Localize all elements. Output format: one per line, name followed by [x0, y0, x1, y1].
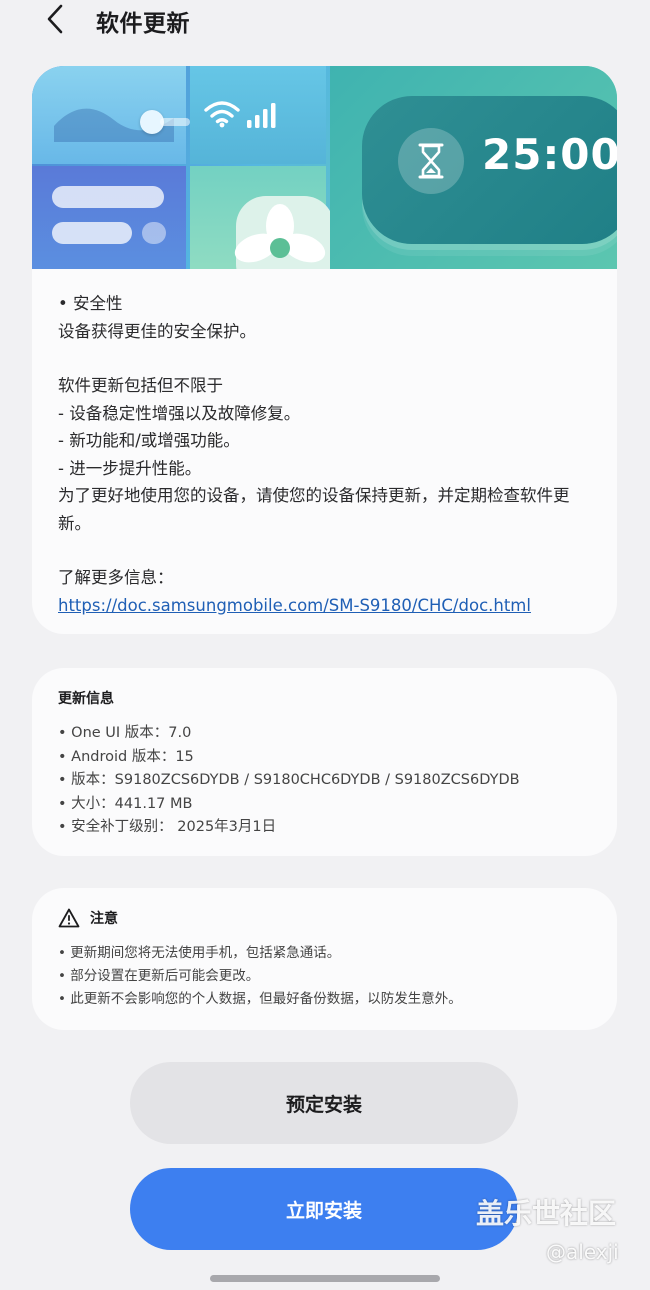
banner-tile-wave	[32, 66, 190, 164]
wifi-icon	[204, 101, 240, 128]
release-notes-text: • 安全性 设备获得更佳的安全保护。 软件更新包括但不限于 - 设备稳定性增强以…	[58, 290, 598, 619]
includes-title: 软件更新包括但不限于	[58, 376, 223, 395]
banner-tile-fan	[190, 166, 334, 269]
timer-widget: 25:00	[362, 96, 617, 244]
release-item: - 设备稳定性增强以及故障修复。	[58, 403, 301, 423]
notice-list: • 更新期间您将无法使用手机，包括紧急通话。 • 部分设置在更新后可能会更改。 …	[58, 942, 462, 1011]
notice-item: • 部分设置在更新后可能会更改。	[58, 968, 260, 984]
info-item-build-version: • 版本：S9180ZCS6DYDB / S9180CHC6DYDB / S91…	[58, 772, 520, 788]
update-banner-illustration: 100 25:00	[32, 66, 617, 269]
more-info-label: 了解更多信息：	[58, 568, 174, 587]
signal-icon	[247, 103, 276, 128]
release-item: - 进一步提升性能。	[58, 458, 202, 478]
info-item-oneui-version: • One UI 版本：7.0	[58, 725, 192, 741]
notice-title: 注意	[90, 911, 118, 927]
info-item-android-version: • Android 版本：15	[58, 748, 194, 765]
release-notes-card: 100 25:00	[32, 66, 617, 634]
banner-tile-status: 100	[190, 66, 486, 164]
timer-value: 25:00	[482, 130, 617, 179]
notice-header: 注意	[58, 908, 118, 928]
security-title: • 安全性	[58, 294, 123, 313]
release-item: - 新功能和/或增强功能。	[58, 431, 240, 450]
info-item-size: • 大小：441.17 MB	[58, 795, 193, 812]
update-info-card: 更新信息 • One UI 版本：7.0 • Android 版本：15 • 版…	[32, 668, 617, 856]
notice-card: 注意 • 更新期间您将无法使用手机，包括紧急通话。 • 部分设置在更新后可能会更…	[32, 888, 617, 1030]
hourglass-icon	[398, 128, 464, 194]
update-info-title: 更新信息	[58, 691, 114, 707]
back-arrow-icon	[47, 4, 63, 34]
more-info-link[interactable]: https://doc.samsungmobile.com/SM-S9180/C…	[58, 596, 531, 615]
back-button[interactable]	[40, 2, 70, 36]
notice-item: • 此更新不会影响您的个人数据，但最好备份数据，以防发生意外。	[58, 991, 462, 1007]
watermark-site: 盖乐世社区	[476, 1197, 617, 1230]
security-description: 设备获得更佳的安全保护。	[58, 321, 256, 341]
install-now-button[interactable]: 立即安装	[130, 1168, 518, 1250]
notice-item: • 更新期间您将无法使用手机，包括紧急通话。	[58, 945, 341, 961]
page-title: 软件更新	[96, 11, 190, 37]
info-item-security-patch: • 安全补丁级别： 2025年3月1日	[58, 819, 277, 835]
home-indicator[interactable]	[210, 1275, 440, 1282]
watermark-user: @alexji	[546, 1240, 619, 1264]
update-advice: 为了更好地使用您的设备，请使您的设备保持更新，并定期检查软件更新。	[58, 486, 570, 533]
warning-icon	[58, 908, 80, 928]
top-app-bar: 软件更新	[0, 0, 650, 40]
update-info-list: • One UI 版本：7.0 • Android 版本：15 • 版本：S91…	[58, 722, 520, 840]
banner-tile-bars	[32, 166, 186, 269]
schedule-install-button[interactable]: 预定安装	[130, 1062, 518, 1144]
fan-icon	[234, 204, 326, 263]
